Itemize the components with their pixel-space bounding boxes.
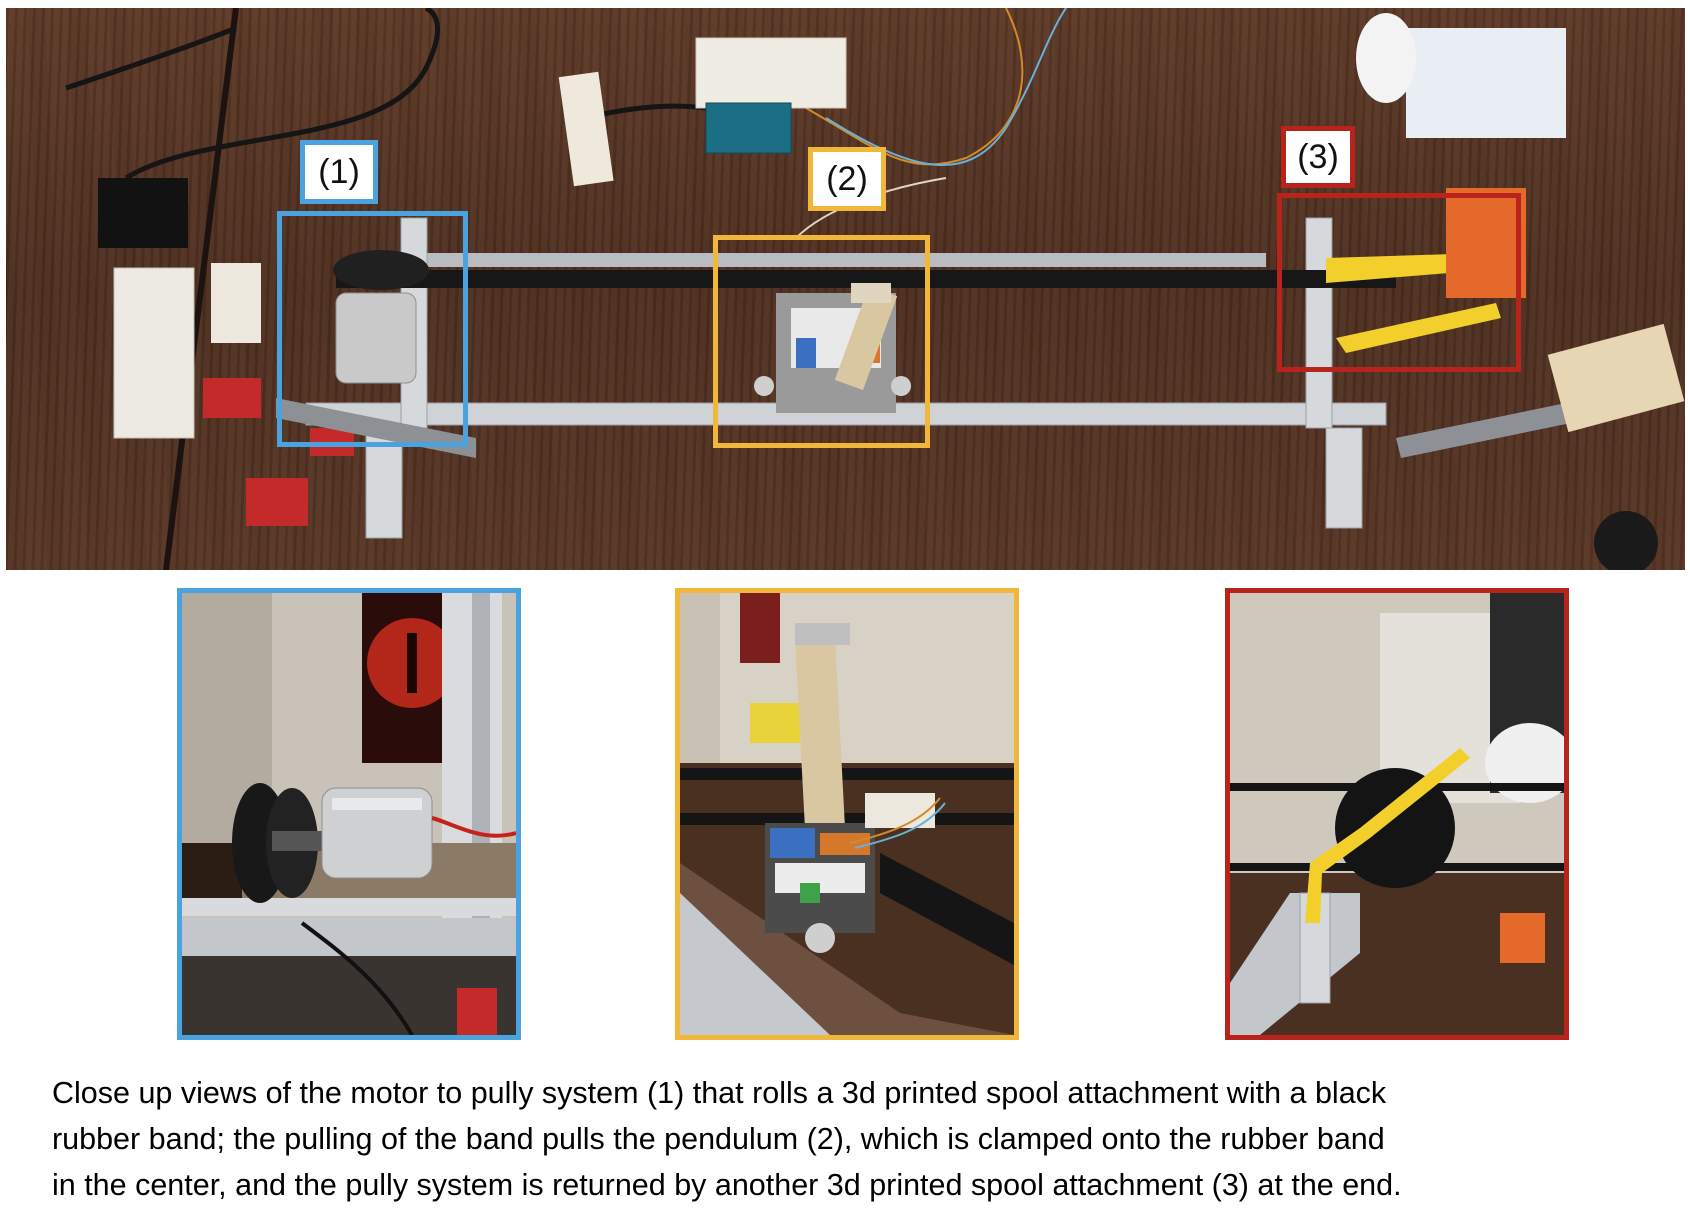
usb-cable xyxy=(124,8,441,181)
closeup-motor xyxy=(177,588,521,1040)
battery-pack xyxy=(98,178,188,248)
caption-line-3: in the center, and the pully system is r… xyxy=(52,1168,1402,1202)
label-pendulum: (2) xyxy=(808,147,886,211)
closeup-pendulum-scene xyxy=(680,593,1014,1035)
motor-driver-3 xyxy=(246,478,308,526)
rail-diagonal-right xyxy=(1396,403,1571,458)
bottle xyxy=(1356,13,1416,103)
masking-tape xyxy=(558,71,614,187)
breadboard-small xyxy=(211,263,261,343)
spool-wheel-end xyxy=(1335,768,1455,888)
closeup-motor-scene xyxy=(182,593,516,1035)
arduino-board xyxy=(705,102,792,154)
label-spool-end: (3) xyxy=(1281,126,1355,188)
highlight-box-spool-end xyxy=(1277,193,1521,372)
caption-line-1: Close up views of the motor to pully sys… xyxy=(52,1076,1387,1110)
breadboard-left xyxy=(113,267,195,439)
closeup-pendulum xyxy=(675,588,1019,1040)
overview-photo: (1) (2) (3) xyxy=(6,8,1685,570)
breadboard-top xyxy=(695,37,847,109)
label-motor: (1) xyxy=(300,140,378,204)
power-cable xyxy=(65,25,237,91)
cardboard-box xyxy=(1547,323,1685,433)
closeup-spool-end xyxy=(1225,588,1569,1040)
bag xyxy=(1406,28,1566,138)
rail-foot-right xyxy=(1325,427,1363,529)
highlight-box-motor xyxy=(277,211,468,447)
highlight-box-pendulum xyxy=(713,235,930,448)
figure-caption: Close up views of the motor to pully sys… xyxy=(52,1070,1652,1208)
caption-line-2: rubber band; the pulling of the band pul… xyxy=(52,1122,1385,1156)
closeup-spool-end-scene xyxy=(1230,593,1564,1035)
motor-driver-1 xyxy=(203,378,261,418)
wheel xyxy=(1594,511,1658,570)
